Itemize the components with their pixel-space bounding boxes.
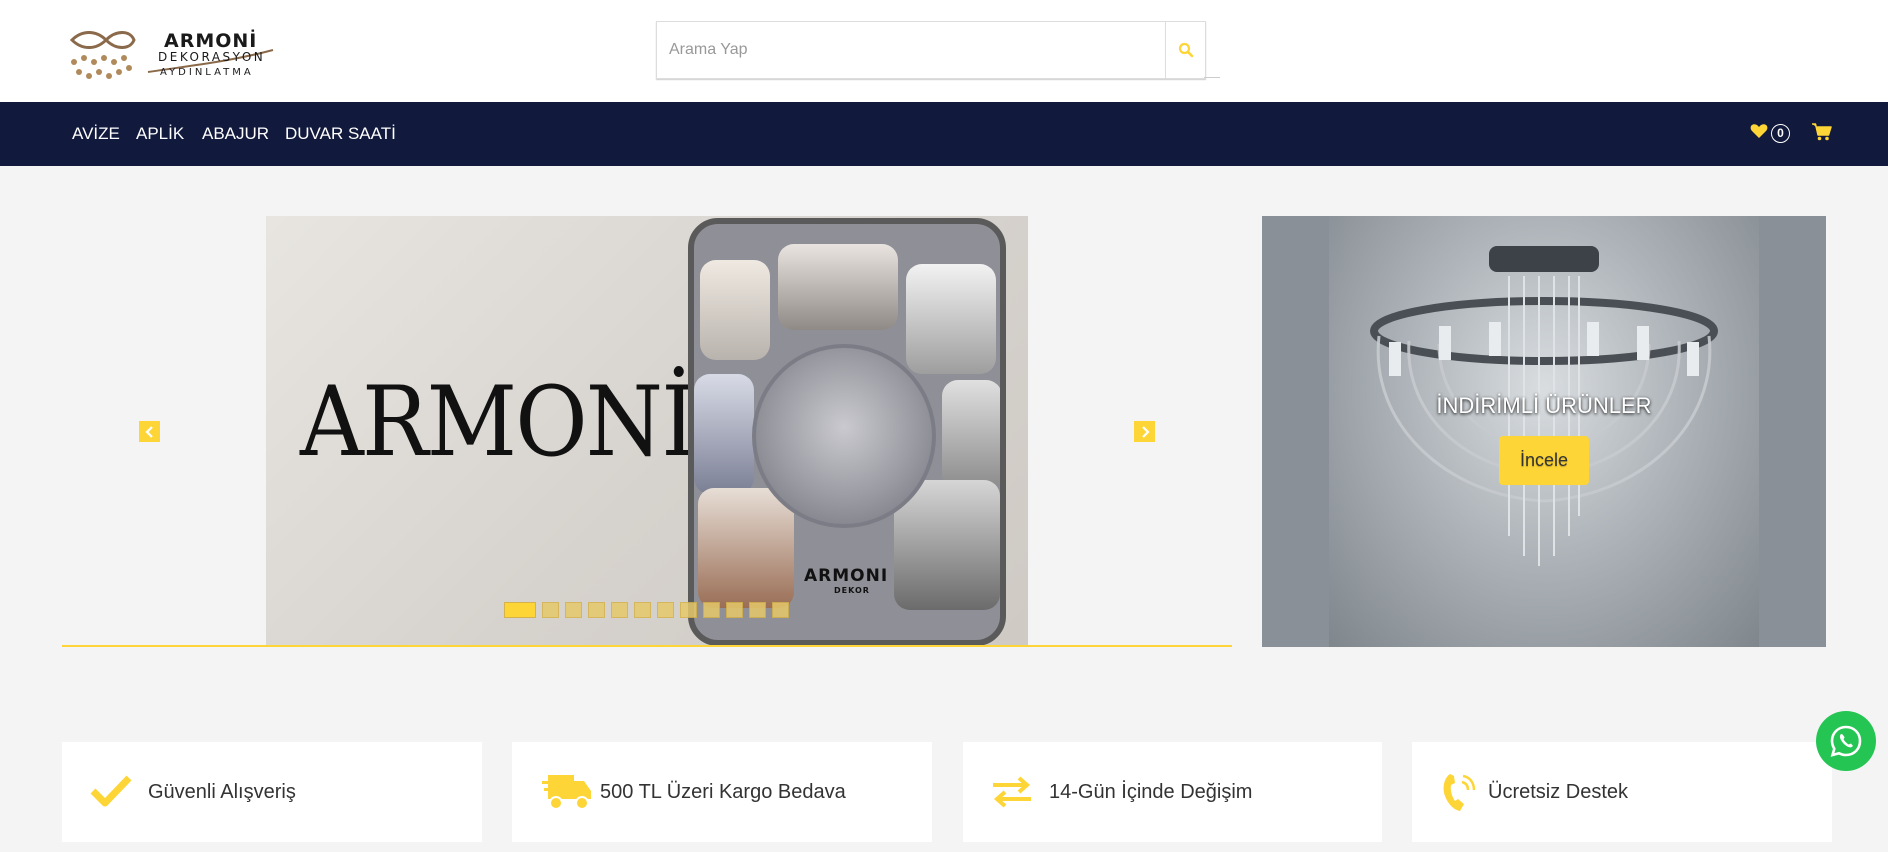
chevron-right-icon (1141, 425, 1150, 438)
slider-pagination (504, 602, 789, 618)
catalog-photo (906, 264, 996, 374)
slider-dot[interactable] (657, 602, 674, 618)
slider-dot[interactable] (542, 602, 559, 618)
feature-label: Ücretsiz Destek (1488, 781, 1629, 803)
check-icon (90, 775, 132, 807)
cart-icon[interactable] (1812, 123, 1832, 141)
feature-exchange: 14-Gün İçinde Değişim (963, 742, 1382, 842)
slider-dot[interactable] (611, 602, 628, 618)
site-header: ARMONİ DEKORASYON AYDINLATMA (0, 0, 1888, 102)
feature-label: Güvenli Alışveriş (148, 781, 296, 803)
search-box (656, 21, 1206, 79)
catalog-title: ARMONI (804, 566, 889, 586)
feature-label: 14-Gün İçinde Değişim (1049, 781, 1253, 803)
catalog-image: ARMONI DEKOR (688, 218, 1006, 646)
feature-free-support: Ücretsiz Destek (1412, 742, 1832, 842)
feature-secure-shopping: Güvenli Alışveriş (62, 742, 482, 842)
slider-dot[interactable] (565, 602, 582, 618)
feature-free-shipping: 500 TL Üzeri Kargo Bedava (512, 742, 932, 842)
heart-icon[interactable] (1750, 122, 1768, 140)
brand-logo[interactable]: ARMONİ DEKORASYON AYDINLATMA (68, 28, 278, 84)
logo-line1: ARMONİ (164, 30, 258, 52)
catalog-center-photo (752, 344, 936, 528)
promo-view-button[interactable]: İncele (1499, 436, 1589, 485)
search-button[interactable] (1165, 22, 1205, 78)
nav-item-aplik[interactable]: APLİK (136, 124, 184, 144)
catalog-photo (698, 488, 794, 608)
main-nav: AVİZE APLİK ABAJUR DUVAR SAATİ (0, 102, 1888, 166)
slider-next-button[interactable] (1134, 421, 1155, 442)
slider-dot[interactable] (772, 602, 789, 618)
catalog-photo (694, 374, 754, 494)
feature-label: 500 TL Üzeri Kargo Bedava (600, 781, 846, 803)
whatsapp-icon (1830, 725, 1862, 757)
favorites-count-badge: 0 (1771, 124, 1790, 143)
discount-promo-banner[interactable]: İNDİRİMLİ ÜRÜNLER İncele (1262, 216, 1826, 647)
slider-dot[interactable] (703, 602, 720, 618)
catalog-photo (700, 260, 770, 360)
catalog-subtitle: DEKOR (834, 586, 870, 595)
search-input[interactable] (657, 22, 1165, 78)
phone-icon (1443, 774, 1476, 811)
slider-dot[interactable] (634, 602, 651, 618)
search-icon (1178, 42, 1193, 58)
promo-title: İNDİRİMLİ ÜRÜNLER (1436, 393, 1652, 418)
slider-prev-button[interactable] (139, 421, 160, 442)
truck-icon (542, 775, 591, 810)
slider-dot[interactable] (726, 602, 743, 618)
promo-chandelier-image (1329, 216, 1759, 647)
nav-item-avize[interactable]: AVİZE (72, 124, 120, 144)
slider-dot[interactable] (749, 602, 766, 618)
logo-line3: AYDINLATMA (160, 67, 254, 78)
whatsapp-button[interactable] (1816, 711, 1876, 771)
catalog-photo (942, 380, 1000, 490)
slider-underline (62, 645, 1232, 647)
slide-brand-word: ARMONİ (300, 366, 696, 478)
slider-dot[interactable] (504, 602, 536, 618)
catalog-photo (778, 244, 898, 330)
slider-dot[interactable] (680, 602, 697, 618)
logo-line2: DEKORASYON (158, 50, 266, 64)
nav-item-abajur[interactable]: ABAJUR (202, 124, 269, 144)
chevron-left-icon (144, 425, 153, 438)
nav-item-duvar-saati[interactable]: DUVAR SAATİ (285, 124, 396, 144)
chandelier-illustration (1370, 246, 1718, 566)
hero-slider[interactable]: ARMONİ ARMONI DEKOR (266, 216, 1028, 646)
search-underline (1204, 77, 1220, 78)
exchange-icon (993, 776, 1031, 808)
slider-dot[interactable] (588, 602, 605, 618)
